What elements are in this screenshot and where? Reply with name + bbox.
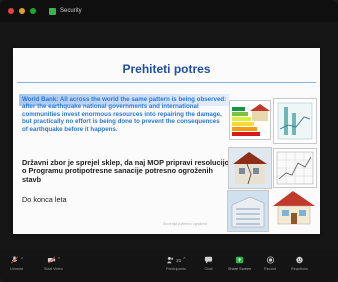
technical-chart-image xyxy=(273,98,317,144)
participants-button[interactable]: 21 ^ Participants xyxy=(166,256,186,271)
slide-title-divider xyxy=(17,82,316,83)
microphone-icon xyxy=(11,256,18,264)
meeting-toolbar: ^ Unmute ^ Start Video 21 ^ Participants… xyxy=(0,250,338,282)
slide-title: Prehiteti potres xyxy=(122,62,211,76)
share-screen-button[interactable]: Share Screen xyxy=(228,256,251,271)
share-screen-icon xyxy=(236,256,244,264)
house-image xyxy=(271,188,317,228)
unmute-label: Unmute xyxy=(10,267,24,271)
record-label: Record xyxy=(264,267,277,271)
start-video-button[interactable]: ^ Start Video xyxy=(44,256,63,271)
state-assembly-paragraph: Državni zbor je sprejel sklep, da naj MO… xyxy=(22,158,230,184)
damaged-building-image xyxy=(228,147,272,189)
minimize-window-button[interactable] xyxy=(19,8,25,14)
chevron-up-icon[interactable]: ^ xyxy=(58,257,60,263)
record-button[interactable]: Record xyxy=(264,256,276,271)
close-window-button[interactable] xyxy=(8,8,14,14)
reactions-icon xyxy=(296,256,303,264)
energy-label-image xyxy=(229,100,271,140)
security-shield-icon[interactable] xyxy=(49,7,56,15)
reactions-label: Reactions xyxy=(291,267,308,271)
participants-icon xyxy=(167,256,174,264)
window-title: Security xyxy=(60,8,82,14)
chevron-up-icon[interactable]: ^ xyxy=(21,257,23,263)
record-icon xyxy=(266,256,274,264)
title-bar: Security xyxy=(0,0,338,22)
video-camera-icon xyxy=(47,256,55,264)
unmute-button[interactable]: ^ Unmute xyxy=(10,256,23,271)
participant-count: 21 xyxy=(176,257,182,263)
reactions-button[interactable]: Reactions xyxy=(291,256,308,271)
zoom-window: Security Prehiteti potres World Bank: Al… xyxy=(0,0,338,282)
shared-slide: Prehiteti potres World Bank: All across … xyxy=(13,48,320,234)
chat-icon xyxy=(204,256,213,264)
chat-button[interactable]: Chat xyxy=(204,256,213,271)
chat-label: Chat xyxy=(204,267,213,271)
share-screen-label: Share Screen xyxy=(228,267,252,271)
modern-building-image xyxy=(227,190,269,232)
start-video-label: Start Video xyxy=(44,267,63,271)
participants-label: Participants xyxy=(166,267,186,271)
maximize-window-button[interactable] xyxy=(30,8,36,14)
slide-footer: Slovenija potresno ogrožena xyxy=(163,222,208,226)
world-bank-paragraph: World Bank: All across the world the sam… xyxy=(22,96,227,133)
deadline-text: Do konca leta xyxy=(22,195,67,204)
grid-plot-image xyxy=(273,148,317,188)
chevron-up-icon[interactable]: ^ xyxy=(183,257,185,263)
